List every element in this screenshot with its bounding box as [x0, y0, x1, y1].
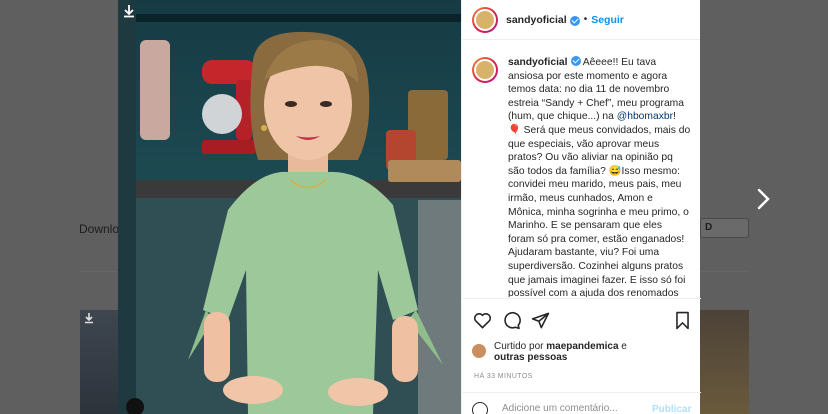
caption-avatar[interactable]: [472, 57, 498, 83]
header-separator: •: [583, 14, 588, 25]
likes-conjunction: e: [618, 341, 627, 352]
background-pill-label: D: [705, 222, 713, 233]
post-timestamp[interactable]: HÁ 33 MINUTOS: [474, 373, 533, 380]
comment-icon[interactable]: [502, 311, 521, 330]
caption-username[interactable]: sandyoficial: [508, 57, 568, 68]
background-pill-button[interactable]: D: [700, 218, 749, 238]
caption-mention-link[interactable]: @hbomaxbr: [617, 111, 673, 122]
verified-badge-icon: [569, 15, 580, 26]
photo-door: [118, 0, 136, 414]
liker-username[interactable]: maepandemica: [546, 341, 618, 352]
smiley-icon[interactable]: [472, 402, 488, 414]
post-photo[interactable]: [118, 0, 461, 414]
post-side-panel: sandyoficial • Seguir sandyoficial Aêeee…: [461, 0, 701, 414]
bookmark-icon[interactable]: [673, 311, 692, 330]
post-caption: sandyoficial Aêeee!! Eu tava ansiosa por…: [508, 55, 691, 297]
heart-icon[interactable]: [473, 311, 492, 330]
download-icon: [85, 313, 93, 324]
others-link[interactable]: outras pessoas: [494, 352, 567, 363]
background-thumbnail-left[interactable]: [80, 310, 118, 414]
likes-summary: Curtido por maepandemica e outras pessoa…: [472, 341, 697, 363]
verified-badge-icon: [570, 56, 581, 66]
comment-bar: Publicar: [462, 392, 701, 414]
post-header: sandyoficial • Seguir: [462, 0, 700, 40]
caption-section: sandyoficial Aêeee!! Eu tava ansiosa por…: [462, 41, 701, 297]
publish-button[interactable]: Publicar: [652, 404, 691, 414]
download-icon[interactable]: [122, 4, 136, 18]
photo-woman: [188, 31, 443, 414]
comment-input[interactable]: [502, 403, 642, 414]
liker-avatar[interactable]: [472, 344, 486, 358]
user-tag-icon[interactable]: [126, 398, 144, 414]
background-thumbnail-right[interactable]: [700, 310, 749, 414]
author-username[interactable]: sandyoficial: [506, 14, 567, 26]
background-download-label: Downlo: [79, 222, 120, 236]
follow-button[interactable]: Seguir: [591, 14, 624, 26]
likes-prefix: Curtido por: [494, 341, 547, 352]
chevron-right-icon[interactable]: [752, 186, 774, 212]
post-actions-bar: [462, 298, 701, 338]
post-modal: sandyoficial • Seguir sandyoficial Aêeee…: [118, 0, 701, 414]
paper-plane-icon[interactable]: [531, 311, 550, 330]
likes-text: Curtido por maepandemica e outras pessoa…: [494, 341, 627, 363]
caption-text-part-2: ! 🎈 Será que meus convidados, mais do qu…: [508, 111, 691, 297]
author-avatar[interactable]: [472, 6, 498, 33]
